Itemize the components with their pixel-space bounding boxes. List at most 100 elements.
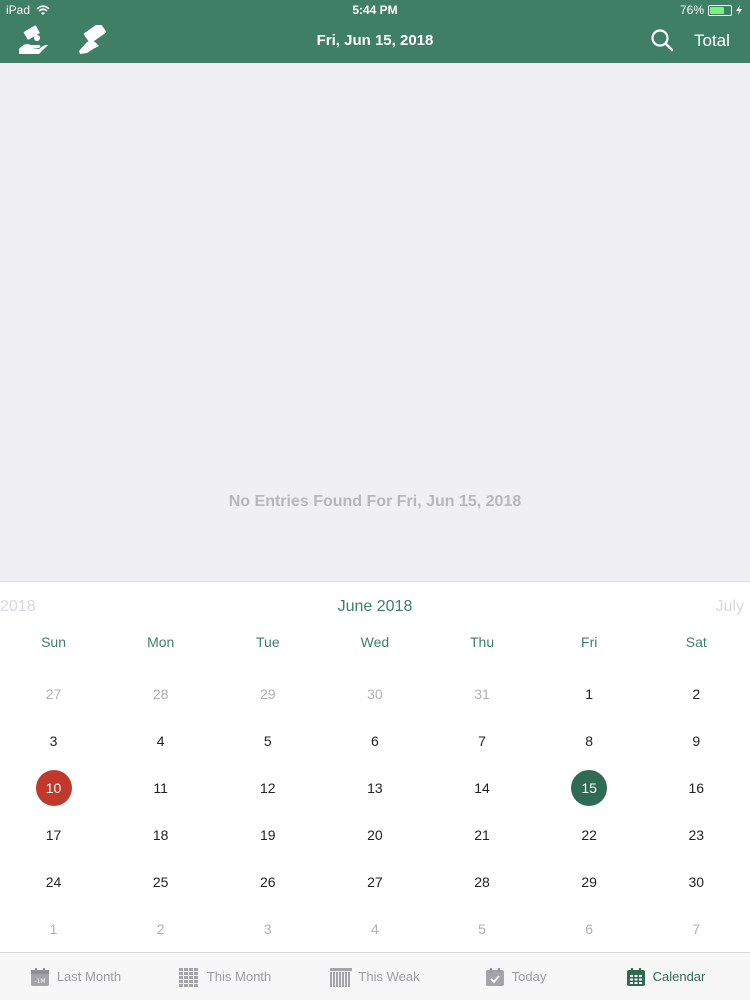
total-button[interactable]: Total xyxy=(694,31,730,51)
day-number: 11 xyxy=(153,779,168,796)
calendar-day[interactable]: 14 xyxy=(429,764,536,811)
day-number: 28 xyxy=(152,685,169,702)
calendar-day[interactable]: 2 xyxy=(107,905,214,952)
day-number: 2 xyxy=(156,920,165,937)
day-number: 18 xyxy=(152,826,169,843)
week-row: 24 25 26 27 28 29 30 xyxy=(0,858,750,905)
day-number: 22 xyxy=(581,826,597,843)
status-right: 76% xyxy=(680,3,742,17)
calendar-day[interactable]: 24 xyxy=(0,858,107,905)
calendar-day[interactable]: 3 xyxy=(214,905,321,952)
calendar-day[interactable]: 13 xyxy=(321,764,428,811)
calendar-day[interactable]: 11 xyxy=(107,764,214,811)
calendar-day[interactable]: 23 xyxy=(643,811,750,858)
day-number: 9 xyxy=(692,732,701,749)
calendar-day[interactable]: 28 xyxy=(107,670,214,717)
day-number: 27 xyxy=(367,873,383,890)
day-number: 30 xyxy=(367,685,383,702)
tab-label: Today xyxy=(511,969,547,984)
calendar-day[interactable]: 18 xyxy=(107,811,214,858)
tab-calendar[interactable]: Calendar xyxy=(580,953,750,1000)
calendar-grid-icon xyxy=(178,967,201,987)
day-number: 16 xyxy=(688,779,705,796)
calendar-day[interactable]: 29 xyxy=(536,858,643,905)
week-row: 3 4 5 6 7 8 9 xyxy=(0,717,750,764)
search-icon[interactable] xyxy=(650,28,676,54)
calendar-day[interactable]: 8 xyxy=(536,717,643,764)
battery-percent: 76% xyxy=(679,3,704,17)
calendar-day[interactable]: 27 xyxy=(0,670,107,717)
calendar-day[interactable]: 30 xyxy=(321,670,428,717)
week-row: 1 2 3 4 5 6 7 xyxy=(0,905,750,952)
tab-bar: -1M Last Month This Month This Weak Toda… xyxy=(0,952,750,1000)
status-bar: iPad 5:44 PM 76% xyxy=(0,0,750,20)
tab-today[interactable]: Today xyxy=(450,953,580,1000)
day-number: 7 xyxy=(478,732,486,749)
calendar-day[interactable]: 7 xyxy=(429,717,536,764)
calendar-day[interactable]: 12 xyxy=(214,764,321,811)
tab-this-month[interactable]: This Month xyxy=(150,953,300,1000)
calendar-day[interactable]: 29 xyxy=(214,670,321,717)
battery-fill xyxy=(710,6,725,14)
day-number: 5 xyxy=(263,732,272,749)
tab-this-week[interactable]: This Weak xyxy=(300,953,450,1000)
day-number: 13 xyxy=(367,779,383,796)
calendar-day[interactable]: 4 xyxy=(321,905,428,952)
calendar-day[interactable]: 28 xyxy=(429,858,536,905)
weekday-sat: Sat xyxy=(685,634,707,650)
weekday-tue: Tue xyxy=(256,634,280,650)
calendar-day[interactable]: 20 xyxy=(321,811,428,858)
navigation-bar: iPad 5:44 PM 76% Fri, Jun 15, 2018 Total xyxy=(0,0,750,63)
calendar-month-label: June 2018 xyxy=(337,598,413,615)
weekday-thu: Thu xyxy=(470,634,495,650)
calendar-day[interactable]: 5 xyxy=(429,905,536,952)
calendar-day[interactable]: 19 xyxy=(214,811,321,858)
calendar-next-label[interactable]: July xyxy=(716,598,744,616)
status-time: 5:44 PM xyxy=(352,3,398,17)
calendar-day[interactable]: 31 xyxy=(429,670,536,717)
calendar-day[interactable]: 1 xyxy=(536,670,643,717)
day-number: 1 xyxy=(585,685,594,702)
day-number: 30 xyxy=(688,873,705,890)
calendar-day[interactable]: 26 xyxy=(214,858,321,905)
calendar-week-icon xyxy=(330,967,353,987)
calendar-day[interactable]: 5 xyxy=(214,717,321,764)
calendar-day[interactable]: 17 xyxy=(0,811,107,858)
calendar-day[interactable]: 4 xyxy=(107,717,214,764)
day-number: 29 xyxy=(581,873,597,890)
calendar-day[interactable]: 6 xyxy=(321,717,428,764)
calendar-day[interactable]: 21 xyxy=(429,811,536,858)
calendar-day-selected[interactable]: 15 xyxy=(536,764,643,811)
calendar-day[interactable]: 1 xyxy=(0,905,107,952)
day-number: 5 xyxy=(478,920,486,937)
calendar: 2018 June 2018 July Sun Mon Tue Wed Thu … xyxy=(0,581,750,952)
day-number: 31 xyxy=(474,685,490,702)
calendar-day[interactable]: 6 xyxy=(536,905,643,952)
day-number: 6 xyxy=(371,732,379,749)
weekday-header: Sun Mon Tue Wed Thu Fri Sat xyxy=(0,634,750,650)
calendar-day[interactable]: 30 xyxy=(643,858,750,905)
weekday-mon: Mon xyxy=(147,634,175,650)
week-row: 10 11 12 13 14 15 16 xyxy=(0,764,750,811)
day-number: 4 xyxy=(371,920,379,937)
day-number: 12 xyxy=(260,779,276,796)
day-number: 7 xyxy=(692,920,701,937)
tab-last-month[interactable]: -1M Last Month xyxy=(0,953,150,1000)
calendar-day-marked[interactable]: 10 xyxy=(0,764,107,811)
calendar-minus-icon: -1M xyxy=(29,967,51,987)
calendar-day[interactable]: 22 xyxy=(536,811,643,858)
day-number: 8 xyxy=(585,732,594,749)
day-number: 27 xyxy=(45,685,62,702)
calendar-day[interactable]: 3 xyxy=(0,717,107,764)
calendar-day[interactable]: 9 xyxy=(643,717,750,764)
calendar-day[interactable]: 25 xyxy=(107,858,214,905)
calendar-day[interactable]: 7 xyxy=(643,905,750,952)
calendar-icon xyxy=(625,967,647,987)
day-number: 23 xyxy=(688,826,705,843)
calendar-day[interactable]: 16 xyxy=(643,764,750,811)
calendar-day[interactable]: 2 xyxy=(643,670,750,717)
calendar-day[interactable]: 27 xyxy=(321,858,428,905)
day-number: 2 xyxy=(692,685,701,702)
battery-icon xyxy=(708,4,732,16)
empty-state-message: No Entries Found For Fri, Jun 15, 2018 xyxy=(228,493,522,510)
